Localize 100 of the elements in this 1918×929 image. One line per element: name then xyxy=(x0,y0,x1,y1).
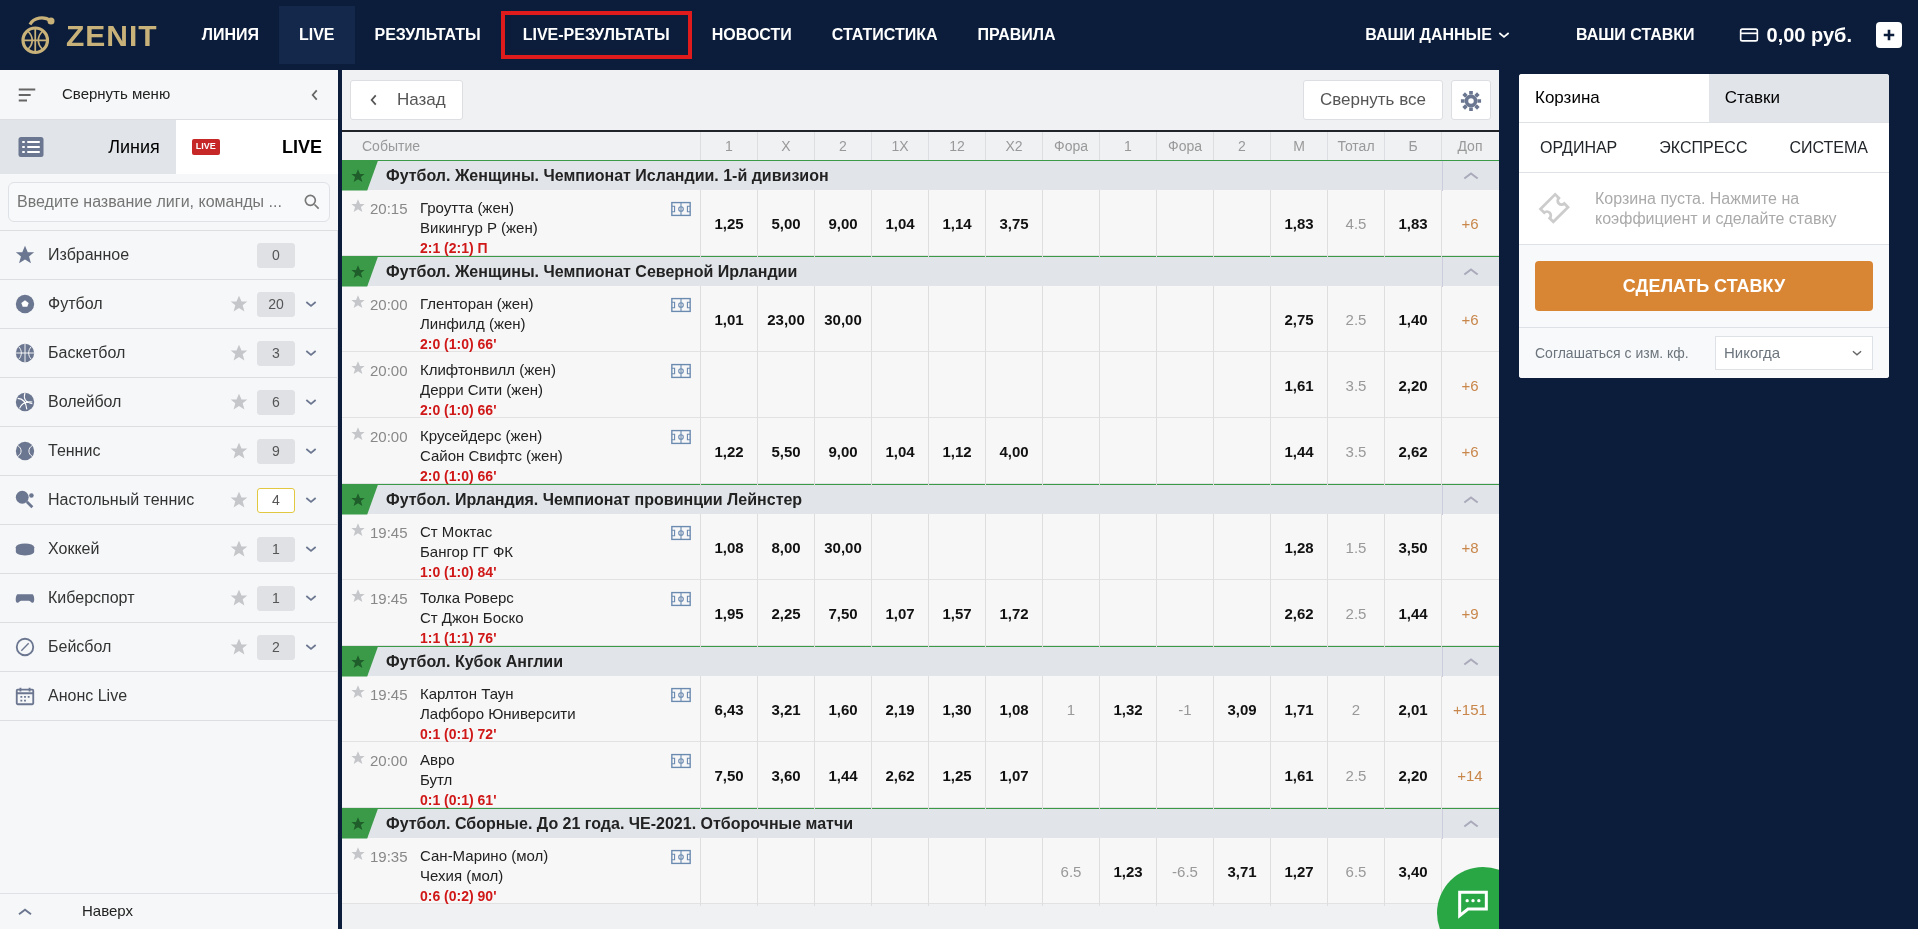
odds-value[interactable]: 5,00 xyxy=(771,212,801,236)
odds-value[interactable]: 1,60 xyxy=(828,698,858,722)
odds-value[interactable]: 2,62 xyxy=(1398,440,1428,464)
odds-value[interactable]: 1,07 xyxy=(999,764,1029,788)
star-icon[interactable] xyxy=(350,198,366,214)
nav-link[interactable]: LIVE-РЕЗУЛЬТАТЫ xyxy=(500,11,692,59)
odds-value[interactable]: 2,62 xyxy=(1284,602,1314,626)
odds-value[interactable]: 8,00 xyxy=(771,536,801,560)
nav-link[interactable]: СТАТИСТИКА xyxy=(811,6,958,64)
odds-value[interactable]: 1,32 xyxy=(1113,698,1143,722)
star-icon[interactable] xyxy=(350,522,366,538)
odds-value[interactable]: 4,00 xyxy=(999,440,1029,464)
odds-value[interactable]: 3,75 xyxy=(999,212,1029,236)
star-icon[interactable] xyxy=(229,588,249,608)
odds-value[interactable]: 1,61 xyxy=(1284,374,1314,398)
add-button[interactable] xyxy=(1876,22,1902,48)
star-icon[interactable] xyxy=(229,343,249,363)
odds-value[interactable]: 2,25 xyxy=(771,602,801,626)
bet-type-tab[interactable]: ОРДИНАР xyxy=(1527,128,1631,167)
sport-menu-item[interactable]: Волейбол 6 xyxy=(0,378,337,427)
odds-change-select[interactable]: Никогда xyxy=(1715,336,1873,370)
betslip-tab[interactable]: Ставки xyxy=(1708,74,1889,122)
odds-value[interactable]: 1,04 xyxy=(885,440,915,464)
odds-value[interactable]: 2,62 xyxy=(885,764,915,788)
bet-type-tab[interactable]: СИСТЕМА xyxy=(1776,128,1881,167)
odds-value[interactable]: 1,83 xyxy=(1284,212,1314,236)
odds-value[interactable]: 1,30 xyxy=(942,698,972,722)
star-icon[interactable] xyxy=(229,441,249,461)
favorite-league-icon[interactable] xyxy=(342,646,378,677)
sport-tab[interactable]: Линия xyxy=(0,120,176,174)
odds-value[interactable]: 1,71 xyxy=(1284,698,1314,722)
odds-value[interactable]: 1,95 xyxy=(714,602,744,626)
odds-value[interactable]: 3,21 xyxy=(771,698,801,722)
odds-value[interactable]: 1,25 xyxy=(714,212,744,236)
sport-menu-item[interactable]: Киберспорт 1 xyxy=(0,574,337,623)
odds-value[interactable]: 1,07 xyxy=(885,602,915,626)
odds-value[interactable]: 1,27 xyxy=(1284,860,1314,884)
nav-link[interactable]: НОВОСТИ xyxy=(691,6,812,64)
odds-value[interactable]: 7,50 xyxy=(714,764,744,788)
favorite-league-icon[interactable] xyxy=(342,160,378,191)
odds-value[interactable]: 1,01 xyxy=(714,308,744,332)
star-icon[interactable] xyxy=(350,294,366,310)
odds-value[interactable]: 1,28 xyxy=(1284,536,1314,560)
odds-value[interactable]: 1,14 xyxy=(942,212,972,236)
odds-value[interactable]: 1,04 xyxy=(885,212,915,236)
odds-value[interactable]: 1,25 xyxy=(942,764,972,788)
nav-link[interactable]: LIVE xyxy=(278,6,355,64)
odds-value[interactable]: 1,44 xyxy=(828,764,858,788)
star-icon[interactable] xyxy=(229,637,249,657)
search-field[interactable]: Введите название лиги, команды ... xyxy=(8,182,330,222)
sport-menu-item[interactable]: Теннис 9 xyxy=(0,427,337,476)
sport-menu-item[interactable]: Бейсбол 2 xyxy=(0,623,337,672)
odds-value[interactable]: 30,00 xyxy=(824,308,862,332)
odds-value[interactable]: 3,50 xyxy=(1398,536,1428,560)
star-icon[interactable] xyxy=(350,684,366,700)
odds-value[interactable]: 7,50 xyxy=(828,602,858,626)
star-icon[interactable] xyxy=(229,539,249,559)
star-icon[interactable] xyxy=(229,490,249,510)
back-button[interactable]: Назад xyxy=(350,80,463,120)
my-bets-link[interactable]: ВАШИ СТАВКИ xyxy=(1555,6,1715,64)
sport-menu-item[interactable]: Футбол 20 xyxy=(0,280,337,329)
sport-tab[interactable]: LIVE LIVE xyxy=(175,120,338,174)
nav-link[interactable]: ЛИНИЯ xyxy=(181,6,279,64)
odds-value[interactable]: 9,00 xyxy=(828,440,858,464)
sport-menu-item[interactable]: Анонс Live xyxy=(0,672,337,721)
odds-value[interactable]: 5,50 xyxy=(771,440,801,464)
settings-button[interactable] xyxy=(1451,80,1491,120)
odds-value[interactable]: 9,00 xyxy=(828,212,858,236)
odds-value[interactable]: 3,71 xyxy=(1227,860,1257,884)
collapse-all-button[interactable]: Свернуть все xyxy=(1302,80,1443,120)
odds-value[interactable]: 1,44 xyxy=(1284,440,1314,464)
account-menu[interactable]: ВАШИ ДАННЫЕ xyxy=(1345,6,1532,64)
odds-value[interactable]: 1,40 xyxy=(1398,308,1428,332)
sport-menu-item[interactable]: Хоккей 1 xyxy=(0,525,337,574)
odds-value[interactable]: 1,72 xyxy=(999,602,1029,626)
odds-value[interactable]: 1,08 xyxy=(714,536,744,560)
favorite-league-icon[interactable] xyxy=(342,256,378,287)
odds-value[interactable]: 3,09 xyxy=(1227,698,1257,722)
sport-menu-item[interactable]: Баскетбол 3 xyxy=(0,329,337,378)
odds-value[interactable]: 1,08 xyxy=(999,698,1029,722)
odds-value[interactable]: 1,44 xyxy=(1398,602,1428,626)
nav-link[interactable]: РЕЗУЛЬТАТЫ xyxy=(354,6,501,64)
nav-link[interactable]: ПРАВИЛА xyxy=(957,6,1076,64)
odds-value[interactable]: 2,75 xyxy=(1284,308,1314,332)
odds-value[interactable]: 3,40 xyxy=(1398,860,1428,884)
odds-value[interactable]: 1,57 xyxy=(942,602,972,626)
star-icon[interactable] xyxy=(350,750,366,766)
odds-value[interactable]: 2,20 xyxy=(1398,764,1428,788)
sport-menu-item[interactable]: Избранное 0 xyxy=(0,231,337,280)
star-icon[interactable] xyxy=(229,294,249,314)
odds-value[interactable]: 23,00 xyxy=(767,308,805,332)
favorite-league-icon[interactable] xyxy=(342,808,378,839)
bet-type-tab[interactable]: ЭКСПРЕСС xyxy=(1646,128,1761,167)
odds-value[interactable]: 1,12 xyxy=(942,440,972,464)
odds-value[interactable]: 2,01 xyxy=(1398,698,1428,722)
odds-value[interactable]: 1,22 xyxy=(714,440,744,464)
odds-value[interactable]: 1,23 xyxy=(1113,860,1143,884)
odds-value[interactable]: 2,20 xyxy=(1398,374,1428,398)
odds-value[interactable]: 3,60 xyxy=(771,764,801,788)
star-icon[interactable] xyxy=(229,392,249,412)
